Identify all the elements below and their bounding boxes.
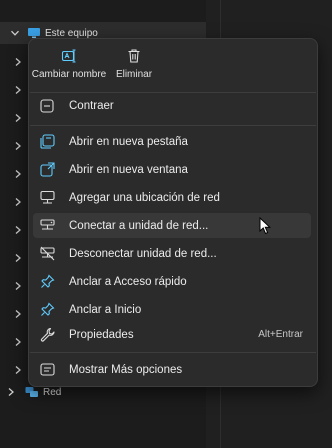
menu-item-disconnect-network-drive[interactable]: Desconectar unidad de red... [33, 241, 311, 266]
menu-item-pin-start[interactable]: Anclar a Inicio [33, 297, 311, 322]
menu-item-label: Propiedades [69, 328, 134, 341]
pin-icon [39, 274, 55, 290]
menu-item-pin-quick-access[interactable]: Anclar a Acceso rápido [33, 269, 311, 294]
menu-item-label: Agregar una ubicación de red [69, 191, 220, 204]
more-options-icon [39, 362, 55, 378]
collapse-icon [39, 98, 55, 114]
menu-item-label: Mostrar Más opciones [69, 363, 183, 376]
add-network-location-icon [39, 190, 55, 206]
menu-item-add-network-location[interactable]: Agregar una ubicación de red [33, 185, 311, 210]
pin-icon [39, 302, 55, 318]
rename-icon [61, 45, 77, 67]
menu-item-label: Desconectar unidad de red... [69, 247, 217, 260]
new-window-icon [39, 162, 55, 178]
menu-item-open-new-window[interactable]: Abrir en nueva ventana [33, 157, 311, 182]
delete-label: Eliminar [115, 69, 153, 80]
chevron-right-icon[interactable] [14, 110, 22, 128]
menu-item-label: Contraer [69, 99, 114, 112]
chevron-right-icon[interactable] [14, 54, 22, 72]
tree-item-label: Este equipo [45, 27, 98, 39]
context-menu: Cambiar nombre Eliminar Contraer Abrir e… [28, 38, 318, 387]
menu-item-properties[interactable]: Propiedades Alt+Entrar [33, 322, 311, 347]
menu-item-label: Anclar a Acceso rápido [69, 275, 187, 288]
chevron-right-icon[interactable] [14, 278, 22, 296]
disconnect-network-drive-icon [39, 246, 55, 262]
chevron-right-icon[interactable] [14, 82, 22, 100]
menu-item-collapse[interactable]: Contraer [33, 93, 311, 118]
chevron-right-icon[interactable] [14, 362, 22, 380]
menu-item-label: Anclar a Inicio [69, 303, 142, 316]
trash-icon [127, 45, 141, 67]
chevron-right-icon[interactable] [14, 222, 22, 240]
chevron-right-icon[interactable] [14, 306, 22, 324]
new-tab-icon [39, 134, 55, 150]
chevron-right-icon[interactable] [14, 250, 22, 268]
tree-item-label: Red [43, 386, 62, 398]
chevron-right-icon[interactable] [14, 138, 22, 156]
mouse-pointer-icon [259, 216, 272, 240]
menu-item-label: Abrir en nueva ventana [69, 163, 188, 176]
rename-button[interactable]: Cambiar nombre [29, 45, 109, 89]
properties-shortcut: Alt+Entrar [258, 329, 303, 340]
menu-item-label: Conectar a unidad de red... [69, 219, 209, 232]
chevron-right-icon[interactable] [14, 334, 22, 352]
menu-separator [30, 125, 316, 126]
menu-item-open-new-tab[interactable]: Abrir en nueva pestaña [33, 129, 311, 154]
context-menu-top-actions: Cambiar nombre Eliminar [29, 45, 159, 89]
chevron-down-icon[interactable] [9, 27, 21, 39]
network-icon [25, 386, 39, 399]
chevron-right-icon[interactable] [14, 166, 22, 184]
chevron-right-icon[interactable] [5, 386, 17, 398]
menu-item-label: Abrir en nueva pestaña [69, 135, 188, 148]
chevron-right-icon[interactable] [14, 194, 22, 212]
map-network-drive-icon [39, 218, 55, 234]
rename-label: Cambiar nombre [31, 69, 107, 80]
wrench-icon [39, 327, 55, 343]
menu-separator [30, 352, 316, 353]
delete-button[interactable]: Eliminar [109, 45, 159, 89]
menu-item-more-options[interactable]: Mostrar Más opciones [33, 357, 311, 382]
